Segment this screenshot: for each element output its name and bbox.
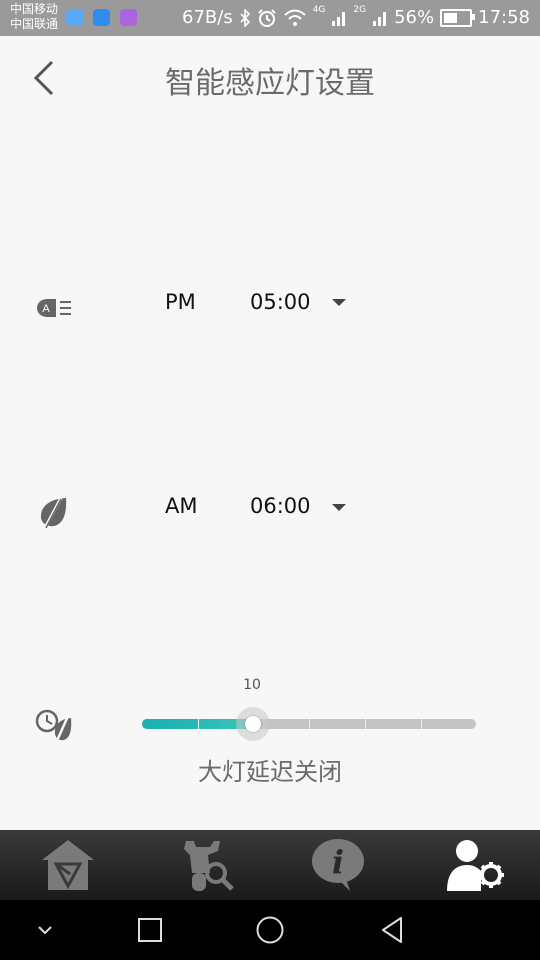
light-off-icon bbox=[40, 496, 67, 530]
carrier-info: 中国移动 中国联通 bbox=[10, 2, 58, 32]
tab-scooter-search[interactable] bbox=[165, 830, 245, 900]
circle-icon bbox=[256, 916, 284, 944]
slider-tick bbox=[309, 719, 310, 729]
light-off-dropdown-icon[interactable] bbox=[332, 504, 346, 511]
tab-home[interactable] bbox=[28, 830, 108, 900]
bluetooth-icon bbox=[240, 9, 250, 27]
nav-hide-button[interactable] bbox=[30, 900, 60, 960]
delay-value: 10 bbox=[243, 677, 261, 693]
battery-percent: 56% bbox=[394, 7, 435, 28]
system-nav-bar bbox=[0, 900, 540, 960]
carrier-2: 中国联通 bbox=[10, 17, 59, 31]
svg-text:i: i bbox=[332, 843, 344, 881]
slider-tick bbox=[421, 719, 422, 729]
triangle-back-icon bbox=[382, 917, 402, 943]
bottom-tab-bar: i bbox=[0, 830, 540, 900]
gallery-app-icon bbox=[120, 9, 137, 26]
delay-label: 大灯延迟关闭 bbox=[198, 758, 342, 786]
auto-headlight-icon: A bbox=[37, 299, 71, 317]
home-shield-icon bbox=[42, 840, 94, 890]
alarm-icon bbox=[257, 9, 276, 27]
chevron-down-icon bbox=[38, 926, 52, 935]
info-bubble-icon: i bbox=[312, 839, 364, 891]
tab-user-settings[interactable] bbox=[435, 830, 515, 900]
location-app-icon bbox=[66, 9, 83, 26]
timer-light-icon bbox=[35, 709, 72, 744]
light-off-time[interactable]: 06:00 bbox=[250, 494, 311, 518]
light-on-time[interactable]: 05:00 bbox=[250, 290, 311, 314]
nav-back-button[interactable] bbox=[372, 900, 412, 960]
light-on-period[interactable]: PM bbox=[165, 290, 196, 314]
page-title: 智能感应灯设置 bbox=[165, 66, 375, 101]
nav-recents-button[interactable] bbox=[130, 900, 170, 960]
svg-text:A: A bbox=[42, 303, 50, 315]
signal-2-label: 2G bbox=[353, 5, 367, 15]
slider-tick bbox=[198, 719, 199, 729]
square-icon bbox=[138, 918, 162, 942]
slider-tick bbox=[365, 719, 366, 729]
delay-slider-track[interactable] bbox=[142, 719, 476, 729]
signal-1-label: 4G bbox=[312, 5, 326, 15]
user-settings-icon bbox=[447, 840, 504, 891]
light-off-period[interactable]: AM bbox=[165, 494, 197, 518]
carrier-1: 中国移动 bbox=[10, 2, 59, 16]
battery-level bbox=[444, 13, 458, 23]
delay-slider-thumb[interactable] bbox=[245, 716, 261, 732]
light-on-dropdown-icon[interactable] bbox=[332, 299, 346, 306]
signal-2-icon bbox=[373, 12, 387, 26]
scooter-search-icon bbox=[184, 841, 234, 891]
signal-1-icon bbox=[332, 12, 346, 26]
wifi-icon bbox=[284, 9, 306, 26]
net-speed: 67B/s bbox=[182, 7, 233, 28]
status-time: 17:58 bbox=[478, 7, 530, 28]
status-bar: 中国移动 中国联通 67B/s 4G 2G 56% 17:58 bbox=[0, 0, 540, 36]
chat-app-icon bbox=[93, 9, 110, 26]
nav-home-button[interactable] bbox=[250, 900, 290, 960]
tab-info[interactable]: i bbox=[298, 830, 378, 900]
battery-icon bbox=[440, 9, 476, 27]
